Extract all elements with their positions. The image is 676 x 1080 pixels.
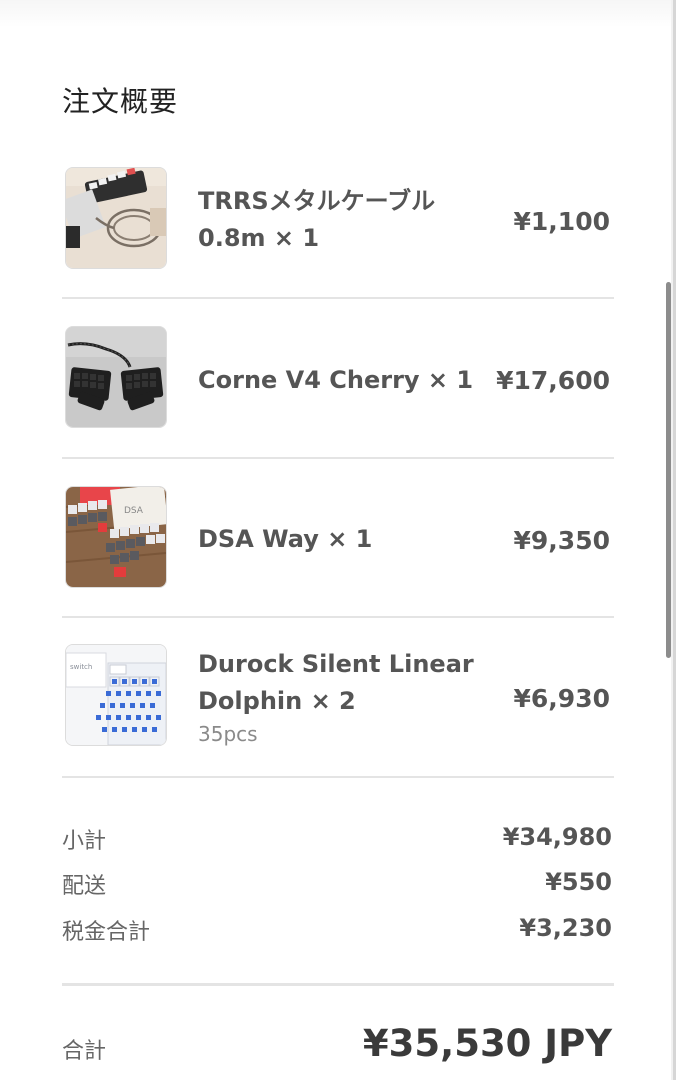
subtotal-row: 小計 ¥34,980: [62, 823, 612, 855]
line-item: Corne V4 Cherry × 1 ¥17,600: [62, 326, 614, 430]
order-summary-title: 注文概要: [62, 85, 179, 118]
item-name: DSA Way × 1: [198, 525, 373, 553]
item-divider: [62, 457, 614, 459]
total-label: 合計: [62, 1039, 107, 1064]
svg-text:switch: switch: [70, 663, 92, 671]
product-image-switches: switch: [65, 644, 167, 746]
page-scrollbar-track[interactable]: [671, 0, 676, 1080]
svg-text:DSA: DSA: [124, 506, 144, 516]
top-shadow: [0, 0, 676, 28]
tax-value: ¥3,230: [519, 914, 612, 942]
tax-label: 税金合計: [62, 920, 151, 945]
subtotal-label: 小計: [62, 829, 107, 854]
item-name: Durock Silent Linear Dolphin × 2: [198, 650, 474, 715]
item-price: ¥6,930: [513, 684, 610, 713]
item-price: ¥1,100: [513, 207, 610, 236]
item-variant: 35pcs: [198, 722, 258, 746]
summary-scroll-indicator[interactable]: [666, 282, 671, 658]
line-item: TRRSメタルケーブル 0.8m × 1 ¥1,100: [62, 167, 614, 271]
product-image-cable: [65, 167, 167, 269]
total-divider: [62, 983, 614, 986]
item-divider: [62, 616, 614, 618]
subtotal-value: ¥34,980: [502, 823, 612, 851]
shipping-value: ¥550: [545, 868, 612, 896]
item-name: Corne V4 Cherry × 1: [198, 366, 474, 394]
item-price: ¥9,350: [513, 526, 610, 555]
line-item: switch Durock Silent Linear Dolphin × 2 …: [62, 644, 614, 748]
item-price: ¥17,600: [496, 366, 610, 395]
item-divider: [62, 776, 614, 778]
total-value: ¥35,530 JPY: [362, 1022, 612, 1065]
tax-row: 税金合計 ¥3,230: [62, 914, 612, 946]
product-image-keyboard: [65, 326, 167, 428]
shipping-label: 配送: [62, 874, 107, 899]
item-name: TRRSメタルケーブル 0.8m × 1: [198, 187, 436, 252]
product-image-keycaps: DSA: [65, 486, 167, 588]
line-item: DSA DSA Way × 1 ¥9,350: [62, 486, 614, 590]
item-divider: [62, 297, 614, 299]
shipping-row: 配送 ¥550: [62, 868, 612, 900]
